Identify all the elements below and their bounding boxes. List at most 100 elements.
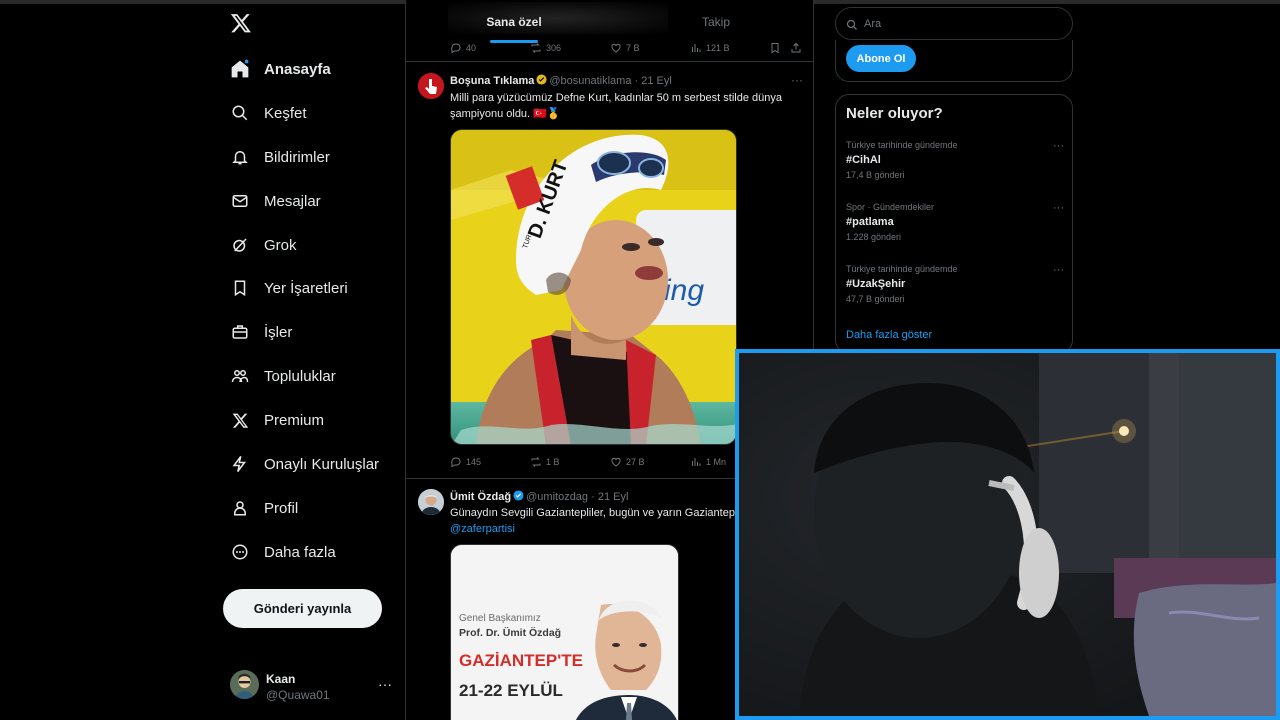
verified-icon (513, 490, 524, 501)
tweet-body: Günaydın Sevgili Gaziantepliler, bugün v… (450, 507, 756, 519)
nav-item-profile[interactable]: Profil (222, 488, 298, 528)
nav-item-bookmarks[interactable]: Yer İşaretleri (222, 268, 348, 308)
people-icon (228, 364, 252, 388)
search-icon (228, 101, 252, 125)
trend-tag: #CihAl (846, 154, 881, 166)
trend-item[interactable]: Türkiye tarihinde gündemde #CihAl 17,4 B… (846, 140, 1066, 190)
tweet-date[interactable]: · 21 Eyl (635, 75, 672, 87)
views-count: 121 B (706, 43, 730, 53)
trend-count: 47,7 B gönderi (846, 294, 905, 304)
repost-icon (531, 43, 541, 53)
poster-line3: GAZİANTEP'TE (459, 651, 583, 670)
nav-item-premium[interactable]: Premium (222, 400, 324, 440)
tweet-author-name[interactable]: Boşuna Tıklama (450, 75, 534, 87)
bosuna-tiklama-logo-icon (418, 73, 444, 99)
x-logo-icon[interactable] (230, 12, 254, 38)
tweet-date[interactable]: · 21 Eyl (591, 491, 628, 503)
heart-icon (611, 457, 621, 467)
poster-line2: Prof. Dr. Ümit Özdağ (459, 626, 561, 639)
person-icon (228, 496, 252, 520)
webcam-feed (739, 353, 1276, 716)
subscribe-button[interactable]: Abone Ol (846, 45, 916, 72)
tweet-image[interactable]: Genel Başkanımız Prof. Dr. Ümit Özdağ GA… (450, 544, 679, 720)
avatar[interactable] (418, 73, 444, 99)
repost-button[interactable]: 1 B (530, 456, 560, 468)
mail-icon (228, 189, 252, 213)
reply-icon (451, 43, 461, 54)
tab-following[interactable]: Takip (654, 0, 778, 44)
nav-item-more[interactable]: Daha fazla (222, 532, 336, 572)
bookmark-button[interactable] (769, 42, 781, 54)
views-icon (692, 458, 701, 466)
tweet-author-handle[interactable]: @umitozdag (526, 491, 588, 503)
views-icon (692, 44, 701, 52)
timeline-tabs: Sana özel Takip (406, 0, 813, 44)
swimmer-photo: ing D. KURT TUR (451, 130, 736, 444)
mention-link[interactable]: @zaferpartisi (450, 523, 515, 535)
webcam-overlay (735, 349, 1280, 720)
tweet-author-name[interactable]: Ümit Özdağ (450, 491, 511, 503)
tweet-header: Ümit Özdağ @umitozdag · 21 Eyl (450, 490, 628, 503)
trend-more-icon[interactable]: ··· (1053, 264, 1064, 276)
like-button[interactable]: 27 B (610, 456, 645, 468)
trends-title: Neler oluyor? (846, 105, 943, 122)
bookmark-icon (228, 276, 252, 300)
reply-button[interactable]: 40 (450, 42, 476, 54)
views-count: 1 Mn (706, 457, 727, 467)
left-navigation: Anasayfa Keşfet Bildirimler Mesajlar Gro… (222, 4, 406, 720)
reply-button[interactable]: 145 (450, 456, 481, 468)
trend-more-icon[interactable]: ··· (1053, 202, 1064, 214)
nav-label: Onaylı Kuruluşlar (264, 455, 380, 473)
previous-tweet-actions: 40 306 7 B 121 B (406, 40, 813, 62)
trend-count: 1.228 gönderi (846, 232, 902, 242)
nav-item-home[interactable]: Anasayfa (222, 49, 331, 89)
heart-icon (611, 43, 621, 53)
nav-item-jobs[interactable]: İşler (222, 312, 292, 352)
nav-label: Keşfet (264, 104, 307, 122)
repost-icon (531, 457, 541, 467)
like-button[interactable]: 7 B (610, 42, 640, 54)
trend-item[interactable]: Türkiye tarihinde gündemde #UzakŞehir 47… (846, 264, 1066, 314)
trend-count: 17,4 B gönderi (846, 170, 905, 180)
nav-label: Bildirimler (264, 148, 330, 166)
nav-label: Grok (264, 236, 297, 254)
tweet-more-icon[interactable]: ··· (791, 73, 803, 87)
search-input[interactable] (864, 17, 1044, 30)
nav-label: Daha fazla (264, 543, 336, 561)
nav-label: Anasayfa (264, 60, 331, 78)
poster-line4: 21-22 EYLÜL (459, 681, 563, 700)
nav-item-explore[interactable]: Keşfet (222, 93, 307, 133)
tweet-image[interactable]: ing D. KURT TUR (450, 129, 737, 445)
premium-subscribe-card: Abone Ol (835, 40, 1073, 82)
views-button[interactable]: 1 Mn (690, 456, 726, 468)
avatar (230, 670, 259, 699)
show-more-link[interactable]: Daha fazla göster (846, 329, 932, 341)
x-icon (228, 408, 252, 432)
briefcase-icon (228, 320, 252, 344)
avatar[interactable] (418, 489, 444, 515)
trend-item[interactable]: Spor · Gündemdekiler #patlama 1.228 gönd… (846, 202, 1066, 252)
nav-item-verified-orgs[interactable]: Onaylı Kuruluşlar (222, 444, 379, 484)
account-more-icon[interactable]: ··· (378, 676, 392, 692)
tweet-author-handle[interactable]: @bosunatiklama (549, 75, 631, 87)
nav-item-messages[interactable]: Mesajlar (222, 181, 321, 221)
nav-item-notifications[interactable]: Bildirimler (222, 137, 330, 177)
trend-tag: #UzakŞehir (846, 278, 906, 290)
home-icon (228, 57, 252, 81)
trend-more-icon[interactable]: ··· (1053, 140, 1064, 152)
views-button[interactable]: 121 B (690, 42, 730, 54)
nav-item-communities[interactable]: Topluluklar (222, 356, 336, 396)
repost-count: 1 B (546, 457, 560, 467)
account-switcher[interactable]: Kaan @Quawa01 ··· (230, 668, 394, 704)
trend-tag: #patlama (846, 216, 894, 228)
account-handle: @Quawa01 (266, 688, 330, 702)
poster-line1: Genel Başkanımız (459, 613, 541, 624)
repost-button[interactable]: 306 (530, 42, 561, 54)
nav-item-grok[interactable]: Grok (222, 225, 297, 265)
bookmark-icon (771, 43, 779, 54)
nav-label: İşler (264, 323, 293, 341)
post-button[interactable]: Gönderi yayınla (223, 589, 382, 628)
share-button[interactable] (790, 42, 802, 54)
tab-for-you[interactable]: Sana özel (446, 0, 582, 44)
search-box[interactable] (835, 7, 1073, 40)
